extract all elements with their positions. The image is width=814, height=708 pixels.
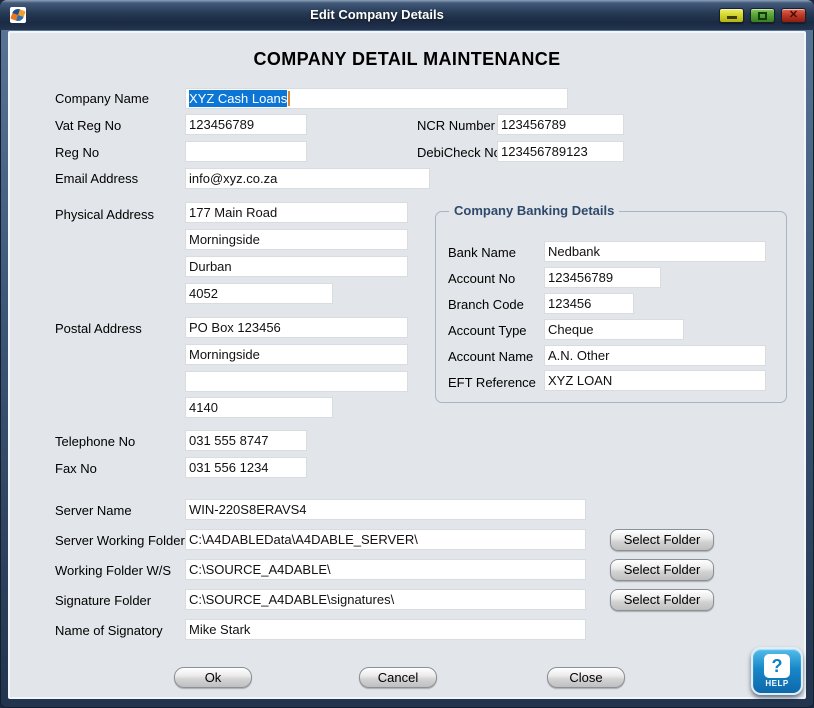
- physical-address-line3-input[interactable]: [185, 256, 408, 277]
- fax-input[interactable]: [185, 457, 307, 478]
- postal-address-code-input[interactable]: [185, 397, 333, 418]
- fax-label: Fax No: [55, 461, 97, 476]
- physical-address-line1-input[interactable]: [185, 202, 408, 223]
- title-bar[interactable]: Edit Company Details ✕: [0, 0, 814, 30]
- physical-address-label: Physical Address: [55, 207, 154, 222]
- signature-folder-label: Signature Folder: [55, 593, 151, 608]
- window-title: Edit Company Details: [60, 0, 694, 30]
- banking-details-group: Company Banking Details Bank Name Accoun…: [435, 211, 787, 403]
- signatory-input[interactable]: [185, 619, 586, 640]
- account-no-input[interactable]: [544, 267, 661, 288]
- ncr-number-label: NCR Number: [417, 118, 495, 133]
- server-name-label: Server Name: [55, 503, 132, 518]
- reg-no-label: Reg No: [55, 145, 99, 160]
- bank-name-label: Bank Name: [448, 245, 516, 260]
- help-button[interactable]: ? HELP: [751, 647, 803, 695]
- company-name-value: XYZ Cash Loans: [189, 90, 287, 107]
- server-name-input[interactable]: [185, 499, 586, 520]
- physical-address-code-input[interactable]: [185, 283, 333, 304]
- eft-reference-label: EFT Reference: [448, 375, 536, 390]
- postal-address-label: Postal Address: [55, 321, 142, 336]
- cancel-button[interactable]: Cancel: [359, 667, 437, 688]
- server-working-folder-input[interactable]: [185, 529, 586, 550]
- ncr-number-input[interactable]: [497, 114, 624, 135]
- account-no-label: Account No: [448, 271, 515, 286]
- vat-reg-label: Vat Reg No: [55, 118, 121, 133]
- branch-code-input[interactable]: [544, 293, 634, 314]
- company-name-label: Company Name: [55, 91, 149, 106]
- ok-button[interactable]: Ok: [174, 667, 252, 688]
- working-folder-ws-label: Working Folder W/S: [55, 563, 171, 578]
- help-button-label: HELP: [765, 679, 788, 688]
- minimize-icon: [727, 16, 737, 19]
- maximize-icon: [758, 12, 767, 20]
- physical-address-line2-input[interactable]: [185, 229, 408, 250]
- account-name-input[interactable]: [544, 345, 766, 366]
- server-working-folder-label: Server Working Folder: [55, 533, 185, 548]
- account-type-label: Account Type: [448, 323, 527, 338]
- working-folder-ws-input[interactable]: [185, 559, 586, 580]
- debicheck-input[interactable]: [497, 141, 624, 162]
- signatory-label: Name of Signatory: [55, 623, 163, 638]
- minimize-button[interactable]: [719, 8, 744, 23]
- signature-folder-input[interactable]: [185, 589, 586, 610]
- vat-reg-input[interactable]: [185, 114, 307, 135]
- email-input[interactable]: [185, 168, 430, 189]
- help-qmark: ?: [772, 656, 783, 677]
- dialog-content: COMPANY DETAIL MAINTENANCE Company Name …: [8, 31, 806, 699]
- account-type-input[interactable]: [544, 319, 684, 340]
- text-caret: [288, 91, 290, 106]
- postal-address-line2-input[interactable]: [185, 344, 408, 365]
- postal-address-line1-input[interactable]: [185, 317, 408, 338]
- question-mark-icon: ?: [764, 654, 790, 678]
- email-label: Email Address: [55, 171, 138, 186]
- maximize-button[interactable]: [750, 8, 775, 23]
- account-name-label: Account Name: [448, 349, 533, 364]
- eft-reference-input[interactable]: [544, 370, 766, 391]
- telephone-input[interactable]: [185, 430, 307, 451]
- company-name-input[interactable]: XYZ Cash Loans: [185, 88, 568, 109]
- close-dialog-button[interactable]: Close: [547, 667, 625, 688]
- window-controls: ✕: [719, 8, 806, 23]
- telephone-label: Telephone No: [55, 434, 135, 449]
- debicheck-label: DebiCheck No: [417, 145, 501, 160]
- bank-name-input[interactable]: [544, 241, 766, 262]
- form-title: COMPANY DETAIL MAINTENANCE: [10, 49, 804, 70]
- close-button[interactable]: ✕: [781, 8, 806, 23]
- select-signature-folder-button[interactable]: Select Folder: [610, 589, 714, 611]
- postal-address-line3-input[interactable]: [185, 371, 408, 392]
- app-icon: [10, 7, 26, 23]
- close-icon: ✕: [789, 10, 798, 21]
- select-server-folder-button[interactable]: Select Folder: [610, 529, 714, 551]
- edit-company-details-window: Edit Company Details ✕ COMPANY DETAIL MA…: [0, 0, 814, 708]
- banking-group-title: Company Banking Details: [449, 203, 619, 218]
- branch-code-label: Branch Code: [448, 297, 524, 312]
- reg-no-input[interactable]: [185, 141, 307, 162]
- select-ws-folder-button[interactable]: Select Folder: [610, 559, 714, 581]
